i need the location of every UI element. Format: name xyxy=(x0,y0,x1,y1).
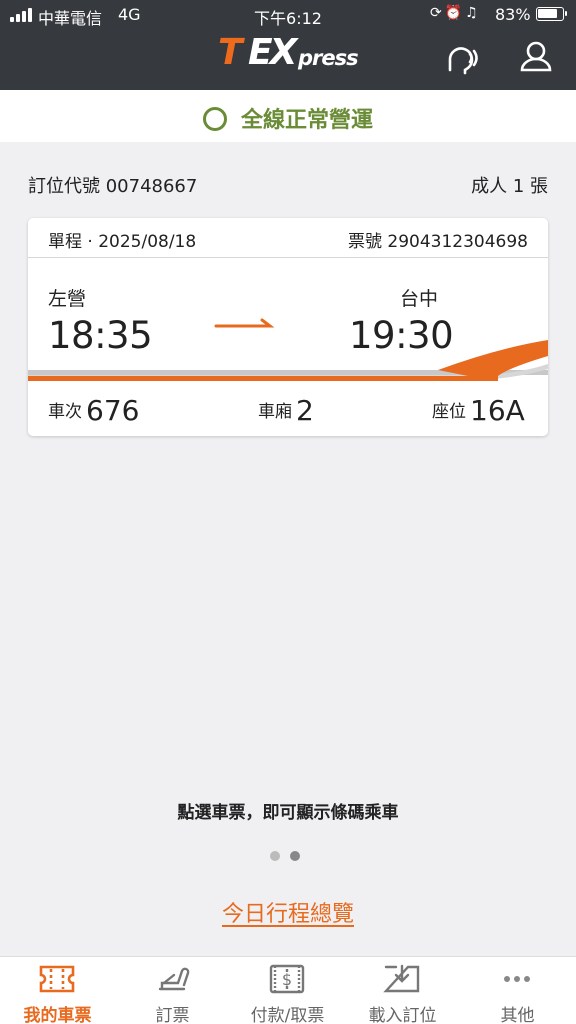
arrival-station: 台中 xyxy=(400,288,439,310)
logo-ex: EX xyxy=(248,32,297,73)
car-value: 2 xyxy=(296,394,314,427)
trip-type-date: 單程 · 2025/08/18 xyxy=(48,232,197,252)
ticket-stripe xyxy=(28,340,548,381)
tab-label: 其他 xyxy=(500,1006,535,1024)
download-icon xyxy=(383,964,420,993)
ticket-icon xyxy=(39,965,75,993)
seat-value: 16A xyxy=(470,394,525,427)
direction-arrow-icon xyxy=(214,318,274,328)
train-number: 車次 676 xyxy=(48,394,139,427)
barcode-hint: 點選車票，即可顯示條碼乘車 xyxy=(177,803,399,823)
more-icon xyxy=(504,976,530,982)
battery-level xyxy=(538,9,557,18)
car-number: 車廂 2 xyxy=(258,394,314,427)
seat-label: 座位 xyxy=(432,402,466,422)
train-label: 車次 xyxy=(48,402,82,422)
tab-label: 載入訂位 xyxy=(368,1006,437,1024)
logo-press: press xyxy=(298,46,359,70)
tab-my-tickets[interactable]: 我的車票 xyxy=(0,957,115,1024)
train-value: 676 xyxy=(86,394,140,427)
voice-assist-icon xyxy=(448,47,478,75)
alarm-icon: ⏰ xyxy=(444,5,466,21)
battery-icon xyxy=(536,7,567,21)
today-overview-link[interactable]: 今日行程總覽 xyxy=(222,902,354,927)
status-bar: 中華電信 4G 下午6:12 ⟳⏰♫ 83% xyxy=(0,0,576,30)
departure-station: 左營 xyxy=(48,288,87,310)
tab-label: 付款/取票 xyxy=(250,1006,325,1024)
texpress-logo: T EX press xyxy=(218,32,380,73)
tab-label: 訂票 xyxy=(155,1006,190,1024)
car-label: 車廂 xyxy=(258,402,292,422)
app-header: 中華電信 4G 下午6:12 ⟳⏰♫ 83% T EX press xyxy=(0,0,576,90)
payment-icon: $ xyxy=(269,964,305,994)
account-icon xyxy=(520,41,552,72)
page-dot[interactable] xyxy=(290,851,300,861)
tab-load-booking[interactable]: 載入訂位 xyxy=(345,957,460,1024)
ticket-number: 票號 2904312304698 xyxy=(347,232,528,252)
service-status-text: 全線正常營運 xyxy=(240,108,373,133)
ticket-card[interactable]: 單程 · 2025/08/18 票號 2904312304698 左營 18:3… xyxy=(28,218,548,436)
booking-code: 訂位代號 00748667 xyxy=(28,176,198,197)
headphones-icon: ♫ xyxy=(465,5,481,21)
page-indicator[interactable] xyxy=(270,851,310,861)
tab-payment[interactable]: $ 付款/取票 xyxy=(230,957,345,1024)
page-dot[interactable] xyxy=(270,851,280,861)
status-time: 下午6:12 xyxy=(254,9,322,28)
orientation-lock-icon: ⟳ xyxy=(430,5,445,21)
status-icons: ⟳⏰♫ xyxy=(430,5,481,21)
service-status-banner: 全線正常營運 xyxy=(0,90,576,142)
tab-more[interactable]: 其他 xyxy=(460,957,575,1024)
tab-book[interactable]: 訂票 xyxy=(115,957,230,1024)
account-button[interactable] xyxy=(516,38,556,78)
battery-percent: 83% xyxy=(495,5,531,24)
status-ok-icon xyxy=(202,107,227,131)
seat-icon xyxy=(158,967,190,991)
voice-assist-button[interactable] xyxy=(440,38,480,78)
passenger-count: 成人 1 張 xyxy=(471,176,548,197)
tab-label: 我的車票 xyxy=(23,1006,92,1024)
logo-t: T xyxy=(218,32,243,73)
bottom-tab-bar: 我的車票 訂票 $ 付款/取票 載入訂位 其他 xyxy=(0,956,576,1024)
seat-number: 座位 16A xyxy=(432,394,525,427)
ticket-card-header: 單程 · 2025/08/18 票號 2904312304698 xyxy=(28,218,548,258)
